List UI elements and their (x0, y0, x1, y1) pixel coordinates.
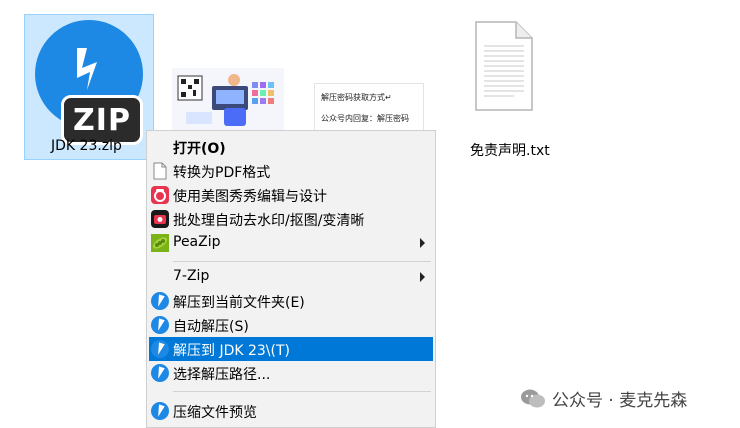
menu-item-label: 选择解压路径... (173, 367, 271, 383)
meitu-icon (151, 186, 169, 204)
menu-item-label: 转换为PDF格式 (173, 165, 271, 181)
image-thumbnail[interactable] (172, 68, 284, 132)
menu-item-batch-process[interactable]: 批处理自动去水印/抠图/变清晰 (147, 207, 435, 231)
menu-item-7zip[interactable]: 7-Zip (147, 265, 435, 289)
menu-separator (173, 391, 431, 392)
submenu-arrow-icon (420, 238, 425, 248)
menu-item-meitu-edit[interactable]: 使用美图秀秀编辑与设计 (147, 183, 435, 207)
menu-item-preview-archive[interactable]: 压缩文件预览 (147, 399, 435, 423)
bandizip-icon (151, 364, 169, 382)
watermark-text: 公众号 · 麦克先森 (552, 391, 688, 411)
file-name: 免责声明.txt (470, 143, 550, 159)
file-name: JDK 23.zip (51, 138, 122, 154)
document-thumbnail[interactable]: 解压密码获取方式↵ 公众号内回复：解压密码 (314, 83, 424, 131)
menu-separator (173, 261, 431, 262)
menu-item-extract-here[interactable]: 解压到当前文件夹(E) (147, 289, 435, 313)
menu-item-peazip[interactable]: PeaZip (147, 231, 435, 255)
menu-item-convert-pdf[interactable]: 转换为PDF格式 (147, 159, 435, 183)
menu-item-label: 解压到当前文件夹(E) (173, 295, 305, 311)
wechat-icon (520, 388, 546, 410)
menu-item-label: 打开(O) (173, 141, 226, 157)
bandizip-icon (151, 402, 169, 420)
submenu-arrow-icon (420, 272, 425, 282)
doc-thumb-line: 解压密码获取方式↵ (321, 93, 392, 102)
menu-item-label: 使用美图秀秀编辑与设计 (173, 189, 327, 205)
doc-thumb-line: 公众号内回复：解压密码 (321, 114, 409, 123)
peazip-icon (151, 234, 169, 252)
bandizip-icon (151, 340, 169, 358)
menu-item-label: 压缩文件预览 (173, 405, 257, 421)
document-icon (151, 162, 169, 180)
menu-item-label: 7-Zip (173, 268, 210, 284)
menu-item-choose-path[interactable]: 选择解压路径... (147, 361, 435, 385)
menu-item-extract-to-folder[interactable]: 解压到 JDK 23\(T) (149, 337, 433, 361)
text-file-icon (475, 21, 533, 111)
bandizip-icon (151, 292, 169, 310)
menu-item-open[interactable]: 打开(O) (147, 135, 435, 159)
menu-item-label: 自动解压(S) (173, 319, 249, 335)
menu-item-label: 解压到 JDK 23\(T) (173, 343, 290, 359)
menu-item-label: 批处理自动去水印/抠图/变清晰 (173, 213, 365, 229)
batch-icon (151, 210, 169, 228)
menu-item-auto-extract[interactable]: 自动解压(S) (147, 313, 435, 337)
menu-item-label: PeaZip (173, 234, 221, 250)
context-menu: 打开(O) 转换为PDF格式 使用美图秀秀编辑与设计 批处理自动去水印/抠图/变… (146, 130, 436, 428)
bandizip-icon (151, 316, 169, 334)
file-item-jdk-zip[interactable]: ZIP JDK 23.zip (24, 14, 154, 160)
watermark: 公众号 · 麦克先森 (520, 386, 687, 411)
file-item-disclaimer-txt[interactable]: 免责声明.txt (460, 16, 570, 162)
